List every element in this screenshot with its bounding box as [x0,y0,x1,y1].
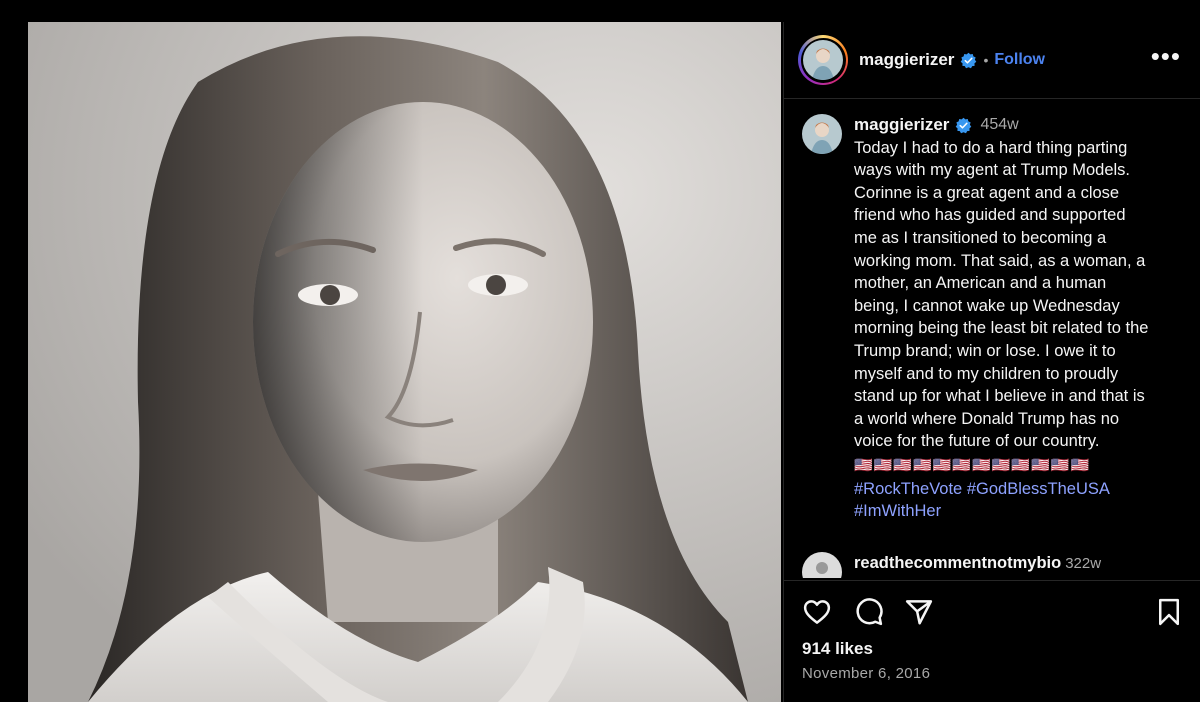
post-date[interactable]: November 6, 2016 [802,665,930,682]
hashtags: #RockTheVote #GodBlessTheUSA #ImWithHer [854,478,1197,523]
flag-emojis: 🇺🇸🇺🇸🇺🇸🇺🇸🇺🇸🇺🇸🇺🇸🇺🇸🇺🇸🇺🇸🇺🇸🇺🇸 [854,456,1091,474]
portrait-image [28,22,781,702]
follow-button[interactable]: Follow [994,51,1045,69]
comment-item: readthecommentnotmybio 322w [802,552,1197,578]
comment-icon[interactable] [854,597,884,627]
post-photo[interactable] [28,22,781,702]
comment-avatar[interactable] [802,552,842,578]
hashtag-link[interactable]: #RockTheVote [854,480,962,498]
bookmark-icon[interactable] [1154,597,1184,627]
avatar[interactable] [798,35,848,85]
post-header: maggierizer • Follow ••• [784,22,1200,99]
verified-badge-icon [961,52,977,68]
post-sidebar: maggierizer • Follow ••• maggierizer 454… [783,22,1200,702]
likes-count[interactable]: 914 likes [802,639,873,659]
author-username[interactable]: maggierizer [859,50,954,70]
more-options-icon[interactable]: ••• [1151,43,1181,69]
caption: maggierizer 454w Today I had to do a har… [802,114,1197,523]
separator-dot: • [983,52,989,68]
action-bar: 914 likes November 6, 2016 [784,580,1200,702]
caption-text: Today I had to do a hard thing parting w… [854,138,1149,451]
verified-badge-icon [956,117,972,134]
hashtag-link[interactable]: #GodBlessTheUSA [967,480,1110,498]
avatar-image [803,40,843,80]
caption-timestamp[interactable]: 454w [980,114,1018,137]
hashtag-link[interactable]: #ImWithHer [854,502,941,520]
heart-icon[interactable] [802,597,832,627]
share-icon[interactable] [904,597,934,627]
caption-username[interactable]: maggierizer [854,114,949,137]
comment-timestamp[interactable]: 322w [1065,555,1101,572]
comment-username[interactable]: readthecommentnotmybio [854,554,1061,573]
caption-avatar[interactable] [802,114,842,154]
